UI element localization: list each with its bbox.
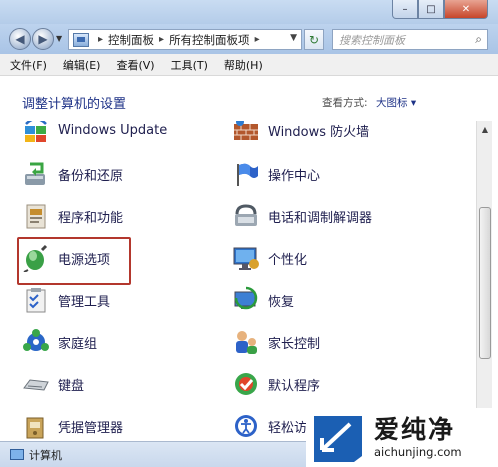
item-windows-firewall[interactable]: Windows 防火墙: [232, 121, 369, 145]
computer-icon: [10, 449, 24, 460]
view-by-label: 查看方式:: [322, 97, 368, 109]
item-label: 管理工具: [58, 294, 111, 310]
page-title: 调整计算机的设置: [22, 97, 127, 112]
default-programs-icon: [232, 370, 260, 398]
search-icon[interactable]: ⌕: [475, 32, 482, 47]
item-label: 恢复: [268, 294, 295, 310]
windows-update-icon: [22, 121, 50, 144]
menu-file[interactable]: 文件(F): [10, 57, 47, 73]
watermark-logo-icon: [314, 415, 362, 462]
control-panel-icon: [73, 32, 89, 47]
item-programs-features[interactable]: 程序和功能: [22, 201, 123, 231]
content-header: 调整计算机的设置 查看方式: 大图标 ▾: [0, 77, 498, 121]
item-label: 家庭组: [58, 336, 98, 352]
item-label: 键盘: [58, 378, 85, 394]
item-label: 凭据管理器: [58, 420, 124, 436]
menu-view[interactable]: 查看(V): [116, 57, 154, 73]
recovery-icon: [232, 286, 260, 314]
item-action-center[interactable]: 操作中心: [232, 159, 320, 189]
forward-button[interactable]: ▶: [32, 28, 54, 50]
homegroup-icon: [22, 328, 50, 356]
watermark: 爱纯净 aichunjing.com: [306, 408, 498, 467]
highlight-box: [17, 237, 131, 285]
parental-controls-icon: [232, 328, 260, 356]
item-label: 个性化: [268, 252, 308, 268]
scroll-thumb[interactable]: [479, 207, 491, 359]
address-bar[interactable]: ▸ 控制面板 ▸ 所有控制面板项 ▸ ▼: [68, 29, 302, 50]
recent-pages-dropdown-icon[interactable]: ▼: [56, 34, 62, 43]
item-personalization[interactable]: 个性化: [232, 243, 307, 273]
title-bar: – □ ✕: [0, 0, 498, 24]
firewall-icon: [232, 121, 260, 144]
chevron-right-icon[interactable]: ▸: [255, 34, 260, 45]
item-label: 程序和功能: [58, 210, 124, 226]
back-button[interactable]: ◀: [9, 28, 31, 50]
admin-tools-icon: [22, 286, 50, 314]
item-admin-tools[interactable]: 管理工具: [22, 285, 110, 315]
item-label: 轻松访: [268, 420, 308, 436]
search-input[interactable]: 搜索控制面板 ⌕: [332, 29, 488, 50]
item-label: Windows Update: [58, 122, 168, 138]
item-label: 备份和还原: [58, 168, 124, 184]
item-backup-restore[interactable]: 备份和还原: [22, 159, 123, 189]
close-button[interactable]: ✕: [444, 0, 488, 19]
item-phone-modem[interactable]: 电话和调制解调器: [232, 201, 372, 231]
item-parental-controls[interactable]: 家长控制: [232, 327, 320, 357]
menu-tools[interactable]: 工具(T): [171, 57, 208, 73]
status-text: 计算机: [29, 448, 62, 462]
watermark-url: aichunjing.com: [374, 444, 462, 459]
search-placeholder: 搜索控制面板: [339, 33, 405, 47]
watermark-text: 爱纯净 aichunjing.com: [374, 414, 462, 460]
view-by-dropdown[interactable]: 大图标 ▾: [376, 95, 416, 110]
forward-arrow-icon: ▶: [38, 32, 48, 46]
item-homegroup[interactable]: 家庭组: [22, 327, 97, 357]
breadcrumb-all-items[interactable]: 所有控制面板项: [169, 32, 250, 48]
chevron-right-icon[interactable]: ▸: [98, 34, 103, 45]
vertical-scrollbar[interactable]: ▲ ▼: [476, 121, 492, 439]
item-label: Windows 防火墙: [268, 124, 370, 140]
ease-of-access-icon: [232, 412, 260, 440]
backup-restore-icon: [22, 160, 50, 188]
scroll-up-icon[interactable]: ▲: [477, 121, 493, 137]
phone-modem-icon: [232, 202, 260, 230]
item-label: 电话和调制解调器: [268, 210, 373, 226]
credential-manager-icon: [22, 412, 50, 440]
item-credential-manager[interactable]: 凭据管理器: [22, 411, 123, 441]
maximize-button[interactable]: □: [418, 0, 444, 19]
item-ease-of-access[interactable]: 轻松访: [232, 411, 307, 441]
item-windows-update[interactable]: Windows Update: [22, 121, 167, 145]
watermark-title: 爱纯净: [374, 414, 456, 444]
personalization-icon: [232, 244, 260, 272]
address-dropdown-icon[interactable]: ▼: [290, 33, 297, 43]
item-recovery[interactable]: 恢复: [232, 285, 294, 315]
refresh-icon: ↻: [308, 32, 320, 47]
chevron-right-icon[interactable]: ▸: [159, 34, 164, 45]
item-label: 家长控制: [268, 336, 321, 352]
menu-help[interactable]: 帮助(H): [224, 57, 263, 73]
menu-bar: 文件(F) 编辑(E) 查看(V) 工具(T) 帮助(H): [0, 54, 498, 76]
item-keyboard[interactable]: 键盘: [22, 369, 84, 399]
keyboard-icon: [22, 370, 50, 398]
menu-edit[interactable]: 编辑(E): [63, 57, 101, 73]
window-controls: – □ ✕: [392, 0, 488, 20]
item-label: 默认程序: [268, 378, 321, 394]
refresh-button[interactable]: ↻: [304, 29, 324, 50]
navigation-bar: ◀ ▶ ▼ ▸ 控制面板 ▸ 所有控制面板项 ▸ ▼ ↻ 搜索控制面板 ⌕: [0, 24, 498, 54]
item-label: 操作中心: [268, 168, 321, 184]
programs-features-icon: [22, 202, 50, 230]
back-arrow-icon: ◀: [15, 32, 25, 46]
action-center-flag-icon: [232, 160, 260, 188]
breadcrumb-control-panel[interactable]: 控制面板: [108, 32, 154, 48]
minimize-button[interactable]: –: [392, 0, 418, 19]
item-default-programs[interactable]: 默认程序: [232, 369, 320, 399]
